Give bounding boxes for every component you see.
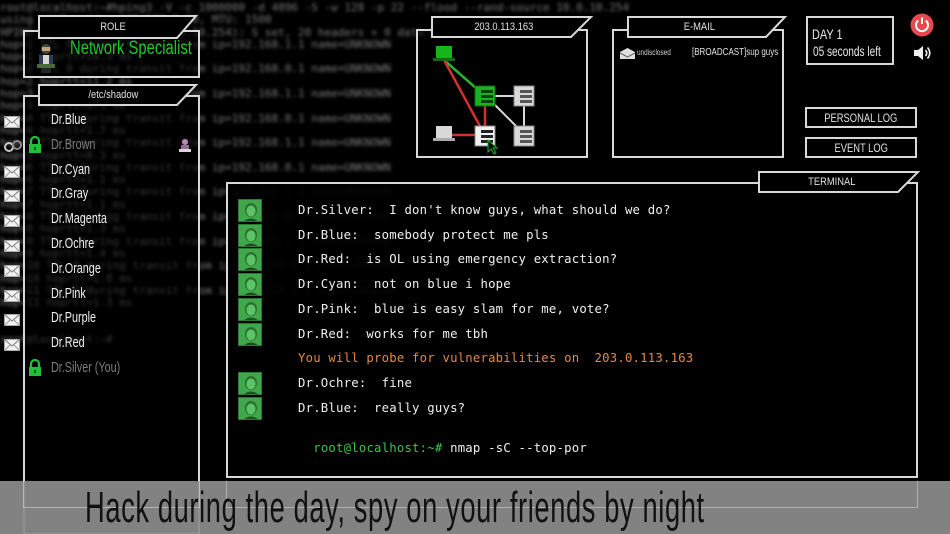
- event-log-button[interactable]: EVENT LOG: [805, 137, 917, 158]
- chat-message: Dr.Silver: I don't know guys, what shoul…: [298, 203, 671, 217]
- user-name: Dr.Purple: [51, 309, 97, 327]
- user-name: Dr.Ochre: [51, 235, 95, 252]
- user-row[interactable]: Dr.Blue: [0, 108, 200, 132]
- user-name: Dr.Cyan: [51, 160, 91, 178]
- user-row[interactable]: Dr.Purple: [0, 306, 200, 330]
- speaker-portrait: [238, 297, 262, 321]
- terminal-input[interactable]: nmap -sC --top-por: [442, 441, 587, 455]
- user-row[interactable]: Dr.Pink: [0, 282, 200, 306]
- user-row[interactable]: Dr.Red: [0, 331, 200, 355]
- power-icon[interactable]: [910, 13, 934, 37]
- speaker-portrait: [238, 248, 262, 272]
- user-name: Dr.Orange: [51, 259, 101, 277]
- chat-message: Dr.Cyan: not on blue i hope: [298, 277, 511, 292]
- user-name: Dr.Silver (You): [51, 359, 121, 376]
- envelope-icon[interactable]: [4, 212, 20, 228]
- speaker-portrait: [238, 273, 262, 297]
- terminal-tab-label: TERMINAL: [808, 176, 856, 188]
- day-label: DAY 1: [812, 26, 843, 42]
- envelope-icon[interactable]: [4, 287, 20, 302]
- user-name: Dr.Gray: [51, 185, 89, 203]
- chat-message: Dr.Ochre: fine: [298, 375, 413, 390]
- chat-message: Dr.Blue: really guys?: [298, 400, 466, 415]
- user-row[interactable]: Dr.Cyan: [0, 158, 200, 182]
- envelope-icon[interactable]: [4, 187, 20, 203]
- personal-log-label: PERSONAL LOG: [824, 110, 898, 125]
- personal-log-button[interactable]: PERSONAL LOG: [805, 107, 917, 128]
- lock-icon: [28, 358, 42, 376]
- server-icon-1: [513, 85, 535, 107]
- user-name: Dr.Pink: [51, 284, 86, 302]
- envelope-icon[interactable]: [4, 113, 20, 128]
- user-name: Dr.Magenta: [51, 210, 107, 228]
- speaker-portrait: [238, 223, 262, 247]
- user-row[interactable]: Dr.Brown: [0, 133, 200, 157]
- terminal-input-line[interactable]: root@localhost:~# nmap -sC --top-por: [298, 427, 587, 455]
- envelope-icon[interactable]: [4, 336, 20, 352]
- speaker-portrait: [238, 199, 262, 222]
- shadow-tab-label: /etc/shadow: [88, 89, 138, 101]
- event-log-label: EVENT LOG: [834, 140, 888, 155]
- laptop-green-icon: [433, 46, 455, 61]
- user-row[interactable]: Dr.Gray: [0, 182, 200, 206]
- envelope-icon[interactable]: [4, 163, 20, 178]
- speaker-portrait: [238, 322, 262, 346]
- timer-label: 05 seconds left: [813, 43, 881, 59]
- user-row[interactable]: Dr.Magenta: [0, 207, 200, 231]
- server-icon-2: [513, 125, 535, 147]
- user-name: Dr.Red: [51, 334, 85, 352]
- user-name: Dr.Brown: [51, 135, 96, 153]
- role-tab-label: ROLE: [100, 21, 126, 33]
- lock-icon: [28, 135, 42, 153]
- spy-figure-icon: [178, 137, 192, 156]
- speaker-portrait: [238, 396, 262, 420]
- email-sender: undisclosed: [637, 48, 671, 57]
- terminal-prompt: root@localhost:~#: [313, 441, 443, 455]
- user-row[interactable]: Dr.Orange: [0, 257, 200, 281]
- open-envelope-icon: [620, 48, 635, 59]
- chat-message: Dr.Blue: somebody protect me pls: [298, 227, 549, 242]
- envelope-icon[interactable]: [4, 262, 20, 277]
- speaker-portrait: [238, 371, 262, 395]
- chat-message: Dr.Pink: blue is easy slam for me, vote?: [298, 301, 610, 316]
- system-message: You will probe for vulnerabilities on 20…: [298, 351, 694, 366]
- role-title: Network Specialist: [70, 38, 192, 59]
- user-row[interactable]: Dr.Silver (You): [0, 356, 200, 380]
- network-map[interactable]: [430, 40, 540, 155]
- email-subject: [BROADCAST]sup guys: [692, 47, 779, 58]
- network-tab-label: 203.0.113.163: [473, 21, 534, 33]
- envelope-icon[interactable]: [4, 237, 20, 252]
- day-timer-box: DAY 1 05 seconds left: [806, 16, 894, 65]
- server-green-icon: [474, 85, 496, 107]
- email-tab-label: E-MAIL: [683, 21, 716, 33]
- player-avatar: [37, 44, 55, 73]
- banner-text: Hack during the day, spy on your friends…: [85, 483, 705, 532]
- chat-message: Dr.Red: works for me tbh: [298, 326, 489, 341]
- user-name: Dr.Blue: [51, 111, 87, 128]
- chat-message: Dr.Red: is OL using emergency extraction…: [298, 252, 618, 267]
- laptop-white-icon: [433, 126, 455, 141]
- handcuffs-icon[interactable]: [4, 138, 22, 152]
- user-row[interactable]: Dr.Ochre: [0, 232, 200, 256]
- speaker-icon[interactable]: [913, 44, 933, 62]
- email-item[interactable]: undisclosed [BROADCAST]sup guys: [620, 46, 780, 62]
- envelope-icon[interactable]: [4, 311, 20, 327]
